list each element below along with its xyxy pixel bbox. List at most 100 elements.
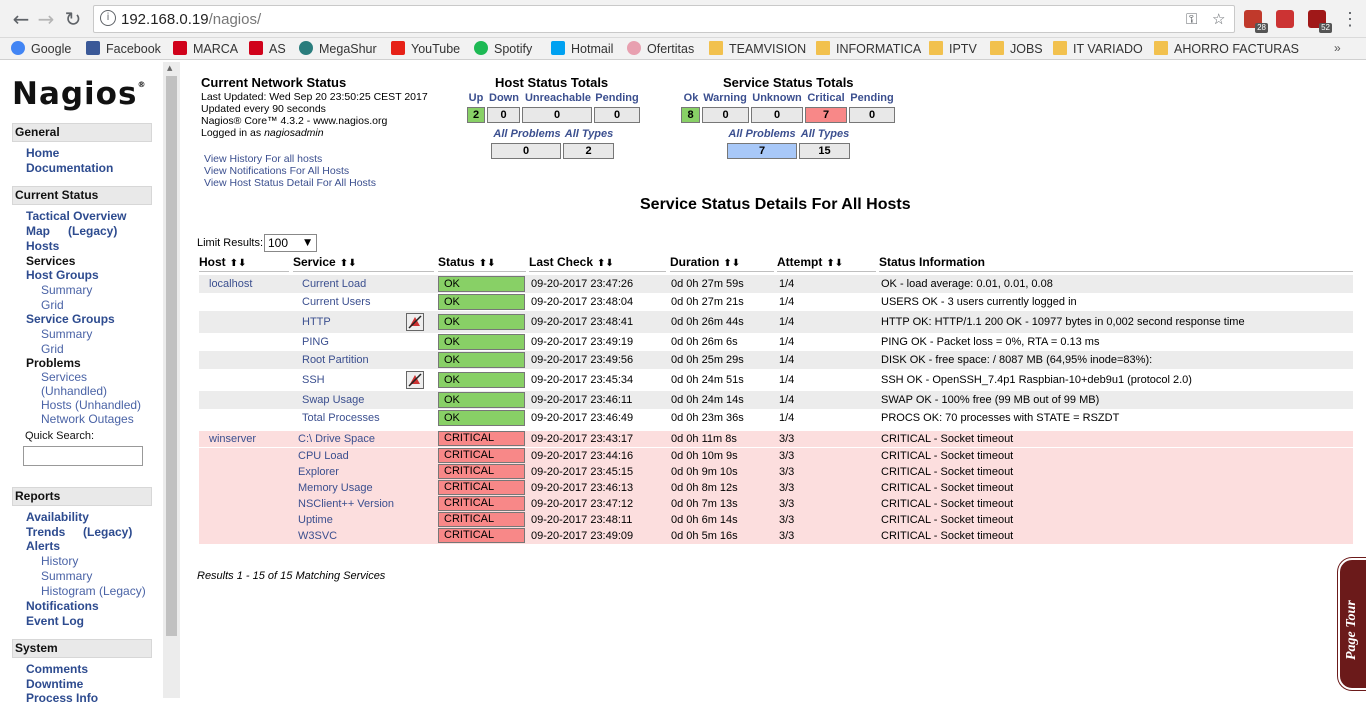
col-status[interactable]: Status ⬆⬇ xyxy=(438,255,526,272)
service-link[interactable]: PING xyxy=(302,334,329,350)
url-text[interactable]: 192.168.0.19/nagios/ xyxy=(121,11,261,28)
bookmark-ahorro-facturas[interactable]: AHORRO FACTURAS xyxy=(1154,40,1299,58)
service-link[interactable]: Total Processes xyxy=(302,410,380,426)
nav-services[interactable]: Services xyxy=(26,254,75,268)
link-view-notifications[interactable]: View Notifications For All Hosts xyxy=(204,165,349,177)
nav-service-groups-grid[interactable]: Grid xyxy=(41,342,64,356)
sort-arrows-icon[interactable]: ⬆⬇ xyxy=(597,258,614,269)
nav-comments[interactable]: Comments xyxy=(26,662,88,676)
nav-trends-legacy[interactable]: (Legacy) xyxy=(83,525,132,539)
nav-service-groups-summary[interactable]: Summary xyxy=(41,327,92,341)
nav-hosts[interactable]: Hosts xyxy=(26,239,59,253)
bookmark-youtube[interactable]: YouTube xyxy=(391,40,460,58)
bookmark-megashur[interactable]: MegaShur xyxy=(299,40,377,58)
col-duration[interactable]: Duration ⬆⬇ xyxy=(670,255,774,272)
bookmarks-overflow-icon[interactable]: » xyxy=(1334,41,1341,55)
col-attempt[interactable]: Attempt ⬆⬇ xyxy=(777,255,876,272)
host-total-down-label[interactable]: Down xyxy=(486,92,522,104)
nav-trends[interactable]: Trends xyxy=(26,525,65,539)
browser-menu-icon[interactable]: ⋮ xyxy=(1341,8,1359,30)
nav-map-legacy[interactable]: (Legacy) xyxy=(68,224,117,238)
nav-downtime[interactable]: Downtime xyxy=(26,677,83,691)
nav-event-log[interactable]: Event Log xyxy=(26,614,84,628)
nav-problems-services-unhandled[interactable]: (Unhandled) xyxy=(41,384,107,398)
link-view-history[interactable]: View History For all hosts xyxy=(204,153,322,165)
sort-arrows-icon[interactable]: ⬆⬇ xyxy=(230,258,247,269)
service-link[interactable]: SSH xyxy=(302,372,325,388)
bookmark-it-variado[interactable]: IT VARIADO xyxy=(1053,40,1143,58)
svc-all-types-label[interactable]: All Types xyxy=(799,128,851,140)
nagios-logo[interactable]: Nagios® xyxy=(12,76,146,112)
bookmark-teamvision[interactable]: TEAMVISION xyxy=(709,40,806,58)
service-link[interactable]: Uptime xyxy=(298,512,333,528)
key-icon[interactable]: ⚿ xyxy=(1186,10,1197,28)
bookmark-as[interactable]: AS xyxy=(249,40,286,58)
nav-tactical-overview[interactable]: Tactical Overview xyxy=(26,209,127,223)
service-link[interactable]: NSClient++ Version xyxy=(298,496,394,512)
service-link[interactable]: W3SVC xyxy=(298,528,337,544)
nav-problems[interactable]: Problems xyxy=(26,356,81,370)
host-total-pending-value[interactable]: 0 xyxy=(594,107,640,123)
nav-process-info[interactable]: Process Info xyxy=(26,691,98,705)
nav-network-outages[interactable]: Network Outages xyxy=(41,412,134,426)
col-last-check[interactable]: Last Check ⬆⬇ xyxy=(529,255,666,272)
nav-host-groups-grid[interactable]: Grid xyxy=(41,298,64,312)
host-all-problems-label[interactable]: All Problems xyxy=(492,128,562,140)
nav-notifications[interactable]: Notifications xyxy=(26,599,99,613)
sort-arrows-icon[interactable]: ⬆⬇ xyxy=(723,258,740,269)
bookmark-jobs[interactable]: JOBS xyxy=(990,40,1043,58)
star-icon[interactable]: ☆ xyxy=(1212,10,1225,28)
host-link[interactable]: localhost xyxy=(209,276,253,292)
service-link[interactable]: Current Load xyxy=(302,276,366,292)
service-link[interactable]: HTTP xyxy=(302,314,331,330)
sort-arrows-icon[interactable]: ⬆⬇ xyxy=(479,258,496,269)
back-icon[interactable]: ← xyxy=(10,8,32,30)
service-link[interactable]: CPU Load xyxy=(298,448,349,464)
adblock-icon[interactable]: 28 xyxy=(1244,10,1268,33)
sort-arrows-icon[interactable]: ⬆⬇ xyxy=(340,258,357,269)
svc-total-unknown-label[interactable]: Unknown xyxy=(751,92,803,104)
svc-total-unknown-value[interactable]: 0 xyxy=(751,107,803,123)
nav-alerts-summary[interactable]: Summary xyxy=(41,569,92,583)
svc-total-ok-value[interactable]: 8 xyxy=(681,107,700,123)
nav-service-groups[interactable]: Service Groups xyxy=(26,312,115,326)
nav-host-groups[interactable]: Host Groups xyxy=(26,268,99,282)
service-link[interactable]: Memory Usage xyxy=(298,480,373,496)
youtube-ext-icon[interactable] xyxy=(1276,10,1294,28)
nav-problems-services[interactable]: Services xyxy=(41,370,87,384)
notifications-disabled-icon[interactable] xyxy=(406,313,424,331)
host-total-unreachable-label[interactable]: Unreachable xyxy=(523,92,593,104)
host-link[interactable]: winserver xyxy=(209,431,257,447)
service-link[interactable]: Explorer xyxy=(298,464,339,480)
bookmark-google[interactable]: Google xyxy=(11,40,71,58)
svc-total-warning-value[interactable]: 0 xyxy=(702,107,749,123)
svc-total-critical-label[interactable]: Critical xyxy=(805,92,847,104)
nav-documentation[interactable]: Documentation xyxy=(26,161,113,175)
host-total-up-value[interactable]: 2 xyxy=(467,107,485,123)
host-total-unreachable-value[interactable]: 0 xyxy=(522,107,592,123)
service-link[interactable]: C:\ Drive Space xyxy=(298,431,375,447)
bookmark-iptv[interactable]: IPTV xyxy=(929,40,977,58)
notifications-disabled-icon[interactable] xyxy=(406,371,424,389)
host-total-pending-label[interactable]: Pending xyxy=(594,92,640,104)
svc-total-critical-value[interactable]: 7 xyxy=(805,107,847,123)
reload-icon[interactable]: ↻ xyxy=(62,8,84,30)
page-tour-button[interactable]: Page Tour xyxy=(1338,558,1366,690)
svc-total-ok-label[interactable]: Ok xyxy=(682,92,700,104)
bookmark-hotmail[interactable]: Hotmail xyxy=(551,40,613,58)
nav-host-groups-summary[interactable]: Summary xyxy=(41,283,92,297)
forward-icon[interactable]: → xyxy=(35,8,57,30)
svc-all-problems-label[interactable]: All Problems xyxy=(727,128,797,140)
limit-results-select[interactable]: 100 ▼ xyxy=(264,234,317,252)
ublock-icon[interactable]: 52 xyxy=(1308,10,1332,33)
host-all-types-label[interactable]: All Types xyxy=(563,128,615,140)
host-total-down-value[interactable]: 0 xyxy=(487,107,520,123)
link-view-host-detail[interactable]: View Host Status Detail For All Hosts xyxy=(204,177,376,189)
svc-total-warning-label[interactable]: Warning xyxy=(702,92,748,104)
host-total-up-label[interactable]: Up xyxy=(468,92,484,104)
bookmark-informatica[interactable]: INFORMATICA xyxy=(816,40,921,58)
address-bar[interactable]: i 192.168.0.19/nagios/ ⚿ ☆ xyxy=(93,5,1235,33)
host-all-problems-value[interactable]: 0 xyxy=(491,143,561,159)
bookmark-facebook[interactable]: Facebook xyxy=(86,40,161,58)
scroll-up-icon[interactable]: ▲ xyxy=(167,64,172,72)
